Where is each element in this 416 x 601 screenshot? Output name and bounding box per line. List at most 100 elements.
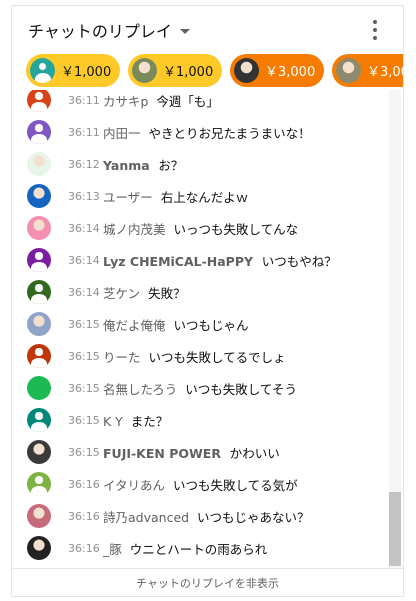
chat-message[interactable]: 36:11 カサキp 今週「も」 bbox=[12, 90, 387, 116]
chat-message[interactable]: 36:14 芝ケン 失敗？ bbox=[12, 276, 387, 308]
message-timestamp: 36:15 bbox=[68, 381, 100, 395]
chat-message[interactable]: 36:13 ユーザー 右上なんだよｗ bbox=[12, 180, 387, 212]
author-name-text: 内田一 bbox=[103, 125, 141, 141]
author-name: 名無したろう いつも失敗してそう bbox=[103, 379, 297, 398]
chat-message[interactable]: 36:15 FUJI-KEN POWER かわいい bbox=[12, 436, 387, 468]
message-text: 失敗？ bbox=[148, 285, 186, 301]
author-avatar bbox=[27, 440, 51, 464]
author-avatar bbox=[27, 248, 51, 272]
author-name-text: イタリあん bbox=[103, 477, 166, 493]
ticker-avatar bbox=[234, 58, 259, 83]
super-chat-ticker[interactable]: ￥3,000 bbox=[230, 54, 324, 87]
hide-chat-replay-button[interactable]: チャットのリプレイを非表示 bbox=[12, 568, 403, 596]
super-chat-ticker[interactable]: ￥1,000 bbox=[128, 54, 222, 87]
ticker-amount: ￥3,000 bbox=[367, 65, 403, 80]
chat-mode-dropdown[interactable]: チャットのリプレイ bbox=[28, 18, 190, 42]
message-text: ウニとハートの雨あられ bbox=[129, 541, 268, 557]
message-text: いつも失敗してそう bbox=[185, 381, 297, 397]
author-avatar bbox=[27, 504, 51, 528]
chat-message[interactable]: 36:16 詩乃advanced いつもじゃあない？ bbox=[12, 500, 387, 532]
chat-message[interactable]: 36:16 イタリあん いつも失敗してる気が bbox=[12, 468, 387, 500]
message-timestamp: 36:14 bbox=[68, 221, 100, 235]
message-timestamp: 36:16 bbox=[68, 477, 100, 491]
author-name: 芝ケン 失敗？ bbox=[103, 283, 186, 302]
author-avatar bbox=[27, 312, 51, 336]
message-text: また？ bbox=[130, 413, 169, 429]
message-timestamp: 36:15 bbox=[68, 445, 100, 459]
author-name-text: 詩乃advanced bbox=[103, 509, 190, 525]
super-chat-ticker[interactable]: ￥1,000 bbox=[26, 54, 120, 87]
message-text: 今週「も」 bbox=[156, 93, 219, 109]
more-options-icon[interactable] bbox=[367, 20, 383, 40]
author-avatar bbox=[27, 152, 51, 176]
chat-message[interactable]: 36:16 _豚 ウニとハートの雨あられ bbox=[12, 532, 387, 564]
super-chat-ticker-bar: ￥1,000 ￥1,000 ￥3,000 ￥3,000 bbox=[26, 54, 403, 88]
message-text: いつもじゃん bbox=[173, 317, 249, 333]
author-name: 内田一 やきとりお兄たまうまいな！ bbox=[103, 123, 311, 142]
message-timestamp: 36:11 bbox=[68, 125, 100, 139]
message-timestamp: 36:16 bbox=[68, 541, 100, 555]
author-name-text: 名無したろう bbox=[103, 381, 178, 397]
author-avatar bbox=[27, 280, 51, 304]
author-name-text: ユーザー bbox=[103, 189, 153, 205]
chat-message[interactable]: 36:15 K Y また？ bbox=[12, 404, 387, 436]
chat-message-list[interactable]: 36:11 カサキp 今週「も」 36:11 内田一 やきとりお兄たまうまいな！ 36:… bbox=[12, 90, 403, 568]
author-name: 俺だよ俺俺 いつもじゃん bbox=[103, 315, 248, 334]
chat-message[interactable]: 36:11 内田一 やきとりお兄たまうまいな！ bbox=[12, 116, 387, 148]
chat-header: チャットのリプレイ bbox=[12, 6, 403, 54]
author-name: Lyz CHEMiCAL-HaPPY いつもやね？ bbox=[103, 251, 337, 270]
chat-message[interactable]: 36:15 名無したろう いつも失敗してそう bbox=[12, 372, 387, 404]
message-timestamp: 36:12 bbox=[68, 157, 100, 171]
author-avatar bbox=[27, 376, 51, 400]
message-text: いつもやね？ bbox=[261, 253, 337, 269]
chat-message[interactable]: 36:15 俺だよ俺俺 いつもじゃん bbox=[12, 308, 387, 340]
author-name-text: 芝ケン bbox=[103, 285, 141, 301]
message-timestamp: 36:16 bbox=[68, 509, 100, 523]
live-chat-replay-panel: チャットのリプレイ ￥1,000 ￥1,000 ￥3,000 ￥3,000 36:11… bbox=[11, 5, 404, 597]
author-name-text: Lyz CHEMiCAL-HaPPY bbox=[103, 253, 254, 269]
message-timestamp: 36:15 bbox=[68, 349, 100, 363]
chat-mode-label: チャットのリプレイ bbox=[28, 22, 172, 41]
message-text: かわいい bbox=[229, 445, 280, 461]
chat-message[interactable]: 36:12 Yanma お？ bbox=[12, 148, 387, 180]
chat-message[interactable]: 36:14 Lyz CHEMiCAL-HaPPY いつもやね？ bbox=[12, 244, 387, 276]
ticker-avatar bbox=[132, 58, 157, 83]
author-name-text: カサキp bbox=[103, 93, 149, 109]
author-name: 城ノ内茂美 いっつも失敗してんな bbox=[103, 219, 298, 238]
message-text: いつもじゃあない？ bbox=[197, 509, 310, 525]
author-avatar bbox=[27, 216, 51, 240]
message-timestamp: 36:15 bbox=[68, 413, 100, 427]
super-chat-ticker[interactable]: ￥3,000 bbox=[332, 54, 403, 87]
author-name: カサキp 今週「も」 bbox=[103, 91, 219, 110]
scrollbar-thumb[interactable] bbox=[389, 492, 401, 566]
message-timestamp: 36:11 bbox=[68, 93, 100, 107]
author-avatar bbox=[27, 536, 51, 560]
caret-down-icon bbox=[179, 28, 190, 34]
author-name: りーた いつも失敗してるでしょ bbox=[103, 347, 286, 366]
message-text: いつも失敗してる気が bbox=[172, 477, 298, 493]
message-text: いっつも失敗してんな bbox=[173, 221, 299, 237]
author-avatar bbox=[27, 408, 51, 432]
chat-message[interactable]: 36:15 りーた いつも失敗してるでしょ bbox=[12, 340, 387, 372]
author-name: ユーザー 右上なんだよｗ bbox=[103, 187, 248, 206]
message-text: やきとりお兄たまうまいな！ bbox=[148, 125, 311, 141]
ticker-avatar bbox=[30, 58, 55, 83]
author-name-text: K Y bbox=[103, 413, 123, 429]
message-timestamp: 36:15 bbox=[68, 317, 100, 331]
author-name: K Y また？ bbox=[103, 411, 168, 430]
message-timestamp: 36:14 bbox=[68, 285, 100, 299]
ticker-amount: ￥3,000 bbox=[265, 65, 316, 80]
author-name-text: Yanma bbox=[103, 157, 150, 173]
message-text: お？ bbox=[158, 157, 184, 173]
ticker-amount: ￥1,000 bbox=[163, 65, 214, 80]
message-text: いつも失敗してるでしょ bbox=[148, 349, 286, 365]
message-text: 右上なんだよｗ bbox=[160, 189, 249, 205]
ticker-amount: ￥1,000 bbox=[61, 65, 112, 80]
ticker-avatar bbox=[336, 58, 361, 83]
author-name-text: りーた bbox=[103, 349, 141, 365]
chat-message[interactable]: 36:14 城ノ内茂美 いっつも失敗してんな bbox=[12, 212, 387, 244]
author-name: 詩乃advanced いつもじゃあない？ bbox=[103, 507, 310, 526]
author-name: Yanma お？ bbox=[103, 155, 183, 174]
author-avatar bbox=[27, 344, 51, 368]
message-timestamp: 36:13 bbox=[68, 189, 100, 203]
